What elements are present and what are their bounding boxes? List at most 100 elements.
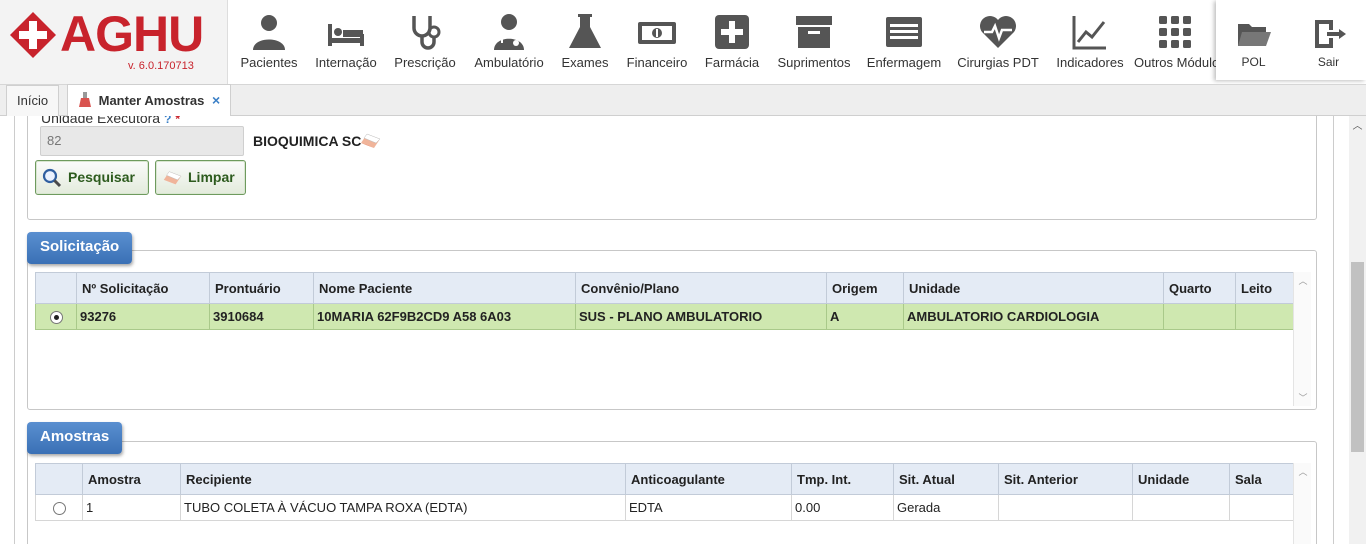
menu-item-farmacia[interactable]: Farmácia [694, 0, 770, 84]
menu-item-internacao[interactable]: Internação [310, 0, 382, 84]
table-cell [1163, 303, 1236, 330]
table-cell: 1 [82, 494, 181, 521]
table-cell: 3910684 [209, 303, 314, 330]
column-header[interactable]: Quarto [1163, 272, 1236, 304]
scroll-up-icon[interactable]: ︿ [1294, 465, 1312, 478]
clear-button[interactable]: Limpar [155, 160, 246, 195]
column-header[interactable]: Sala [1229, 463, 1294, 495]
logo-text: AGHU [60, 6, 204, 62]
menu-item-pol[interactable]: POL [1216, 0, 1291, 80]
amostras-table: Amostra Recipiente Anticoagulante Tmp. I… [35, 463, 1294, 521]
archive-box-icon [796, 16, 832, 48]
close-icon[interactable]: × [212, 92, 220, 108]
column-header[interactable]: Anticoagulante [625, 463, 792, 495]
row-radio-cell[interactable] [35, 303, 77, 330]
menu-item-label: Prescrição [394, 55, 456, 70]
menu-item-label: Exames [561, 55, 609, 70]
table-cell: 0.00 [791, 494, 894, 521]
solicitacao-scrollbar[interactable]: ︿ ﹀ [1293, 272, 1311, 406]
table-cell: 10MARIA 62F9B2CD9 A58 6A03 [313, 303, 576, 330]
line-chart-icon [1072, 16, 1106, 50]
menu-item-sair[interactable]: Sair [1291, 0, 1366, 80]
exit-icon [1314, 20, 1346, 48]
column-header[interactable]: Unidade [1132, 463, 1230, 495]
menu-item-financeiro[interactable]: Financeiro [620, 0, 694, 84]
eraser-icon[interactable] [359, 133, 381, 149]
column-header[interactable]: Origem [826, 272, 904, 304]
column-header[interactable]: Nome Paciente [313, 272, 576, 304]
menu-item-label: Ambulatório [474, 55, 544, 70]
menu-item-ambulatorio[interactable]: Ambulatório [468, 0, 550, 84]
column-header[interactable]: Leito [1235, 272, 1294, 304]
unidade-executora-code-field[interactable]: 82 [40, 126, 244, 156]
table-row[interactable]: 1 TUBO COLETA À VÁCUO TAMPA ROXA (EDTA) … [35, 494, 1294, 521]
menu-item-enfermagem[interactable]: Enfermagem [858, 0, 950, 84]
page-scrollbar[interactable]: ︿ [1349, 116, 1366, 544]
menu-item-cirurgias-pdt[interactable]: Cirurgias PDT [950, 0, 1046, 84]
table-cell: EDTA [625, 494, 792, 521]
table-cell: TUBO COLETA À VÁCUO TAMPA ROXA (EDTA) [180, 494, 626, 521]
table-cell [1229, 494, 1294, 521]
doctor-icon [494, 14, 524, 50]
help-icon[interactable]: ? [164, 116, 171, 126]
table-cell: 93276 [76, 303, 210, 330]
money-icon [638, 22, 676, 44]
solicitacao-table: Nº Solicitação Prontuário Nome Paciente … [35, 272, 1294, 330]
menu-item-suprimentos[interactable]: Suprimentos [770, 0, 858, 84]
unidade-executora-label: Unidade Executora? * [41, 116, 180, 126]
app-version: v. 6.0.170713 [128, 60, 194, 72]
eraser-icon [163, 171, 182, 185]
column-header-select [35, 463, 83, 495]
menu-item-label: Farmácia [704, 55, 760, 70]
stethoscope-icon [412, 16, 441, 50]
column-header[interactable]: Sit. Atual [893, 463, 999, 495]
amostras-scrollbar[interactable]: ︿ [1293, 463, 1311, 544]
row-radio-cell[interactable] [35, 494, 83, 521]
tab-label: Início [17, 93, 49, 108]
menu-item-label: POL [1241, 55, 1266, 69]
hospital-cross-icon [10, 12, 56, 58]
scrollbar-thumb[interactable] [1351, 262, 1364, 452]
table-cell: AMBULATORIO CARDIOLOGIA [903, 303, 1164, 330]
row-radio[interactable] [49, 311, 63, 325]
column-header[interactable]: Tmp. Int. [791, 463, 894, 495]
menu-item-prescricao[interactable]: Prescrição [382, 0, 468, 84]
scroll-up-icon[interactable]: ︿ [1349, 120, 1366, 134]
sample-tube-icon [79, 92, 91, 107]
table-cell [998, 494, 1133, 521]
column-header[interactable]: Convênio/Plano [575, 272, 827, 304]
menu-item-pacientes[interactable]: Pacientes [228, 0, 310, 84]
menu-item-label: Enfermagem [866, 55, 942, 70]
menu-item-label: Financeiro [626, 55, 688, 70]
row-radio[interactable] [52, 502, 66, 516]
grid-icon [1159, 16, 1191, 48]
magnifier-icon [42, 168, 62, 188]
column-header[interactable]: Sit. Anterior [998, 463, 1133, 495]
scroll-down-icon[interactable]: ﹀ [1294, 391, 1312, 404]
tab-bar: Início Manter Amostras × [0, 84, 1366, 116]
user-menu: POL Sair [1216, 0, 1366, 80]
menu-item-label: Indicadores [1056, 55, 1124, 70]
scroll-up-icon[interactable]: ︿ [1294, 274, 1312, 287]
flask-icon [569, 14, 601, 48]
app-header: AGHU v. 6.0.170713 Pacientes Internação … [0, 0, 1366, 84]
tab-manter-amostras[interactable]: Manter Amostras × [67, 84, 232, 116]
menu-item-label: Internação [315, 55, 377, 70]
table-cell: Gerada [893, 494, 999, 521]
column-header[interactable]: Nº Solicitação [76, 272, 210, 304]
menu-item-indicadores[interactable]: Indicadores [1046, 0, 1134, 84]
menu-item-exames[interactable]: Exames [550, 0, 620, 84]
table-cell [1235, 303, 1294, 330]
table-cell: A [826, 303, 904, 330]
column-header[interactable]: Amostra [82, 463, 181, 495]
tab-inicio[interactable]: Início [6, 85, 60, 116]
page-content: Unidade Executora? * 82 BIOQUIMICA SC Pes… [14, 116, 1334, 544]
column-header[interactable]: Recipiente [180, 463, 626, 495]
logo[interactable]: AGHU v. 6.0.170713 [0, 0, 228, 84]
menu-item-outros-modulos[interactable]: Outros Módulos [1134, 0, 1216, 84]
column-header[interactable]: Prontuário [209, 272, 314, 304]
table-row[interactable]: 93276 3910684 10MARIA 62F9B2CD9 A58 6A03… [35, 303, 1294, 330]
column-header[interactable]: Unidade [903, 272, 1164, 304]
menu-item-label: Cirurgias PDT [957, 55, 1039, 70]
search-button[interactable]: Pesquisar [35, 160, 149, 195]
